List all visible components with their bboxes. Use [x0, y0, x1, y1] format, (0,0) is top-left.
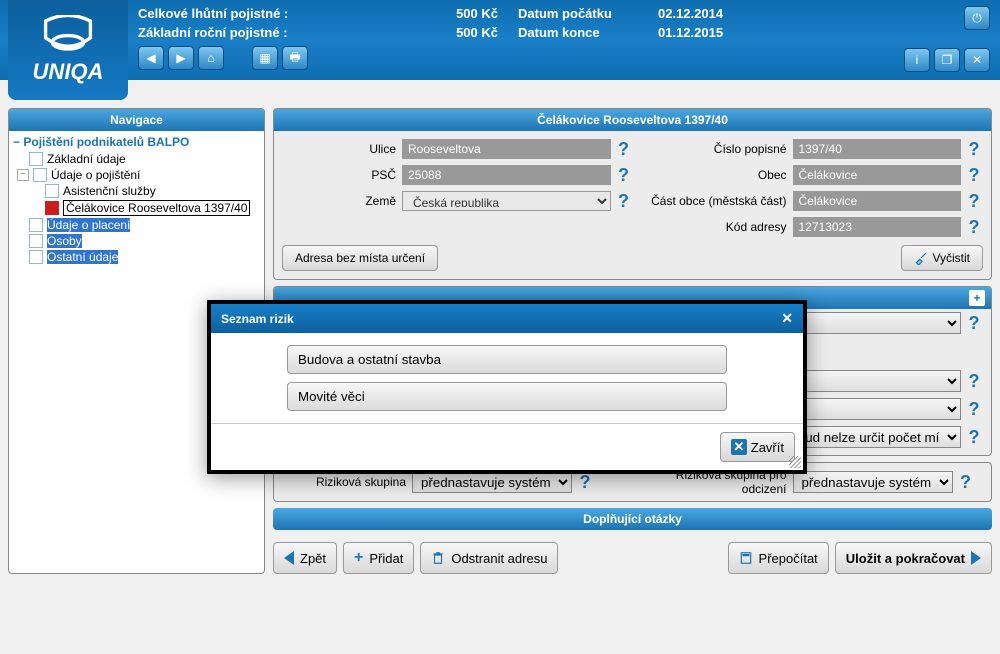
remove-address-button[interactable]: Odstranit adresu [420, 542, 558, 574]
close-icon: ✕ [731, 439, 747, 455]
info-button[interactable]: i [904, 48, 930, 72]
add-button[interactable]: +Přidat [343, 542, 414, 574]
cp-label: Číslo popisné [633, 142, 793, 156]
kod-field[interactable]: 12713023 [793, 217, 962, 237]
nav-forward-button[interactable]: ▶ [168, 46, 194, 70]
obec-label: Obec [633, 168, 793, 182]
psc-label: PSČ [282, 168, 402, 182]
top-bar: UNIQA Celkové lhůtní pojistné : 500 Kč D… [0, 0, 1000, 80]
back-button[interactable]: Zpět [273, 542, 337, 574]
power-button[interactable]: ⏻ [964, 6, 990, 30]
ulice-label: Ulice [282, 142, 402, 156]
uniqa-icon [40, 15, 96, 55]
error-marker-icon [45, 201, 59, 215]
sidebar-title: Navigace [9, 109, 264, 131]
button-bar: Zpět +Přidat Odstranit adresu Přepočítat… [273, 536, 992, 574]
rizik-label: Riziková skupina [282, 475, 412, 489]
cast-label: Část obce (městská část) [633, 194, 793, 208]
zeme-select[interactable]: Česká republika [402, 191, 611, 211]
premium-total-label: Celkové lhůtní pojistné : [138, 6, 438, 21]
home-button[interactable]: ⌂ [198, 46, 224, 70]
nav-ostatni-udaje[interactable]: Ostatní údaje [47, 250, 118, 264]
start-date-value: 02.12.2014 [658, 6, 904, 21]
kod-label: Kód adresy [633, 220, 793, 234]
add-item-button[interactable]: + [969, 290, 985, 306]
copy-button[interactable]: ❐ [934, 48, 960, 72]
start-date-label: Datum počátku [518, 6, 658, 21]
obec-field[interactable]: Čelákovice [793, 165, 962, 185]
modal-title: Seznam rizik [221, 312, 294, 326]
modal-close-x-button[interactable]: ✕ [781, 310, 793, 327]
additional-questions-header[interactable]: Doplňující otázky [273, 508, 992, 530]
panel-title: Čelákovice Rooseveltova 1397/40 [274, 109, 991, 131]
help-icon[interactable]: ? [615, 165, 633, 186]
cp-field[interactable]: 1397/40 [793, 139, 962, 159]
broom-icon [914, 251, 928, 265]
address-panel: Čelákovice Rooseveltova 1397/40 Ulice Ro… [273, 108, 992, 280]
help-icon[interactable]: ? [615, 191, 633, 212]
calculator-icon [739, 551, 753, 565]
help-icon[interactable]: ? [965, 217, 983, 238]
address-no-place-button[interactable]: Adresa bez místa určení [282, 245, 438, 271]
help-icon[interactable]: ? [965, 371, 983, 392]
help-icon[interactable]: ? [615, 139, 633, 160]
rizik-odc-select[interactable]: přednastavuje systém [793, 471, 953, 493]
clear-button[interactable]: Vyčistit [901, 245, 983, 271]
trash-icon [431, 551, 445, 565]
cast-field[interactable]: Čelákovice [793, 191, 962, 211]
nav-udaje-placeni[interactable]: Údaje o placení [47, 218, 130, 232]
end-date-label: Datum konce [518, 25, 658, 40]
modal-close-button[interactable]: ✕ Zavřít [720, 432, 795, 462]
modal-header[interactable]: Seznam rizik ✕ [211, 304, 803, 333]
close-app-button[interactable]: ✕ [964, 48, 990, 72]
arrow-right-icon [971, 551, 981, 565]
help-icon[interactable]: ? [965, 399, 983, 420]
arrow-left-icon [284, 551, 294, 565]
help-icon[interactable]: ? [965, 191, 983, 212]
premium-annual-label: Základní roční pojistné : [138, 25, 438, 40]
risk-option-movables[interactable]: Movité věci [287, 382, 727, 411]
tree-root[interactable]: − Pojištění podnikatelů BALPO [11, 133, 262, 151]
collapse-icon[interactable]: − [13, 135, 20, 149]
resize-handle[interactable] [789, 456, 801, 468]
rizik-select[interactable]: přednastavuje systém [412, 471, 572, 493]
nav-tree[interactable]: − Pojištění podnikatelů BALPO Základní ú… [9, 131, 264, 267]
nav-osoby[interactable]: Osoby [47, 234, 82, 248]
help-icon[interactable]: ? [576, 472, 594, 493]
collapse-icon[interactable]: − [17, 169, 29, 181]
help-icon[interactable]: ? [957, 472, 975, 493]
toolbar: ◀ ▶ ⌂ ▦ 🖶 [138, 46, 904, 70]
help-icon[interactable]: ? [965, 313, 983, 334]
nav-asistencni-sluzby[interactable]: Asistenční služby [63, 184, 156, 198]
premium-annual-value: 500 Kč [438, 25, 498, 40]
premium-total-value: 500 Kč [438, 6, 498, 21]
header-info: Celkové lhůtní pojistné : 500 Kč Datum p… [138, 0, 904, 70]
recalculate-button[interactable]: Přepočítat [728, 542, 829, 574]
nav-udaje-pojisteni[interactable]: Údaje o pojištění [51, 168, 140, 182]
risk-option-building[interactable]: Budova a ostatní stavba [287, 345, 727, 374]
calculator-button[interactable]: ▦ [252, 46, 278, 70]
brand-text: UNIQA [33, 59, 104, 85]
top-right-controls: ⏻ i ❐ ✕ [904, 0, 990, 72]
help-icon[interactable]: ? [965, 139, 983, 160]
print-button[interactable]: 🖶 [282, 46, 308, 70]
help-icon[interactable]: ? [965, 165, 983, 186]
nav-zakladni-udaje[interactable]: Základní údaje [47, 152, 126, 166]
brand-logo: UNIQA [8, 0, 128, 100]
help-icon[interactable]: ? [965, 427, 983, 448]
nav-current-address[interactable]: Čelákovice Rooseveltova 1397/40 [63, 200, 250, 216]
nav-back-button[interactable]: ◀ [138, 46, 164, 70]
end-date-value: 01.12.2015 [658, 25, 904, 40]
zeme-label: Země [282, 194, 402, 208]
save-continue-button[interactable]: Uložit a pokračovat [835, 542, 992, 574]
risk-list-modal: Seznam rizik ✕ Budova a ostatní stavba M… [207, 300, 807, 474]
plus-icon: + [354, 549, 363, 567]
psc-field[interactable]: 25088 [402, 165, 611, 185]
ulice-field[interactable]: Rooseveltova [402, 139, 611, 159]
